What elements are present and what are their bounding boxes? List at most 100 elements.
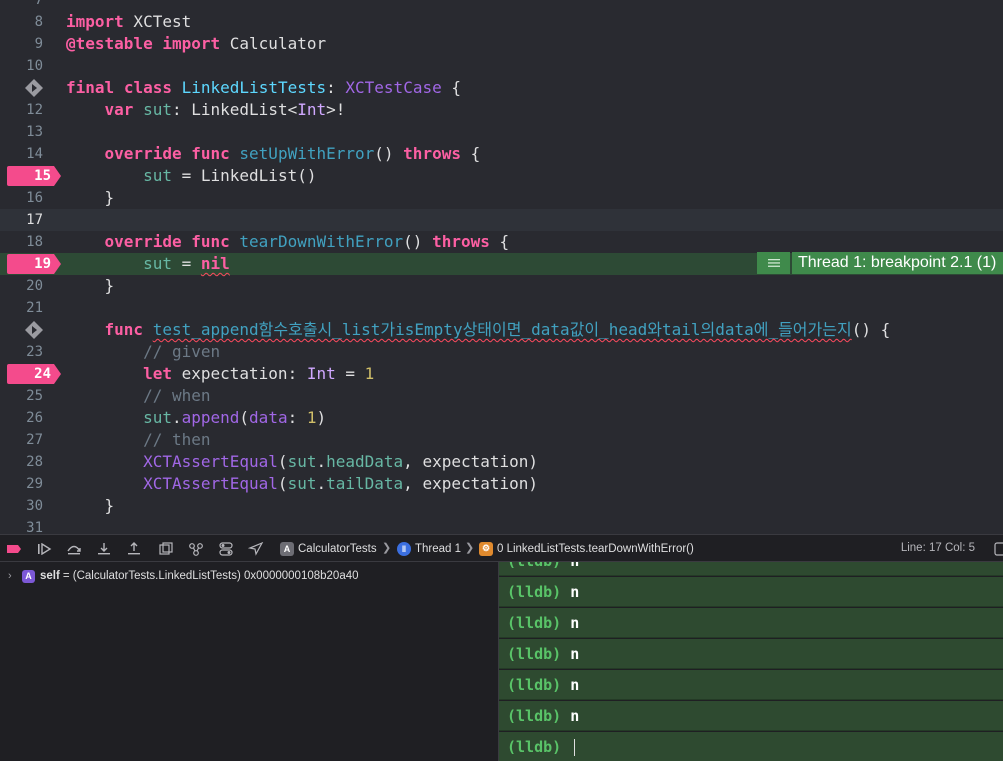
lldb-prompt: (lldb) <box>507 738 562 756</box>
code-text: override func tearDownWithError() throws… <box>104 232 510 251</box>
code-line[interactable]: final class LinkedListTests: XCTestCase … <box>0 77 1003 99</box>
lldb-prompt: (lldb) <box>507 645 562 663</box>
code-line[interactable]: 31 <box>0 517 1003 534</box>
code-text: XCTAssertEqual(sut.tailData, expectation… <box>143 474 539 493</box>
line-number: 15 <box>34 168 51 184</box>
cursor-position: Line: 17 Col: 5 <box>900 542 975 554</box>
code-line[interactable]: 25 // when <box>0 385 1003 407</box>
code-text: } <box>66 276 115 295</box>
code-line[interactable]: func test_append함수호출시_list가isEmpty상태이면_d… <box>0 319 1003 341</box>
memory-graph-icon[interactable] <box>188 541 204 557</box>
line-number: 9 <box>34 36 43 52</box>
continue-icon[interactable] <box>36 541 52 557</box>
simulate-location-icon[interactable] <box>248 541 264 557</box>
line-number: 18 <box>26 234 43 250</box>
console-line: (lldb) n <box>499 701 1003 731</box>
variable-row[interactable]: › A self = (CalculatorTests.LinkedListTe… <box>8 568 359 584</box>
run-test-diamond-icon[interactable] <box>25 79 43 97</box>
code-line[interactable]: 29 XCTAssertEqual(sut.tailData, expectat… <box>0 473 1003 495</box>
code-line[interactable]: 30 } <box>0 495 1003 517</box>
variable-value: = (CalculatorTests.LinkedListTests) 0x00… <box>62 570 359 582</box>
disclosure-arrow-icon[interactable]: › <box>8 570 22 582</box>
code-text: } <box>66 496 115 515</box>
code-line[interactable]: 8 import XCTest <box>0 11 1003 33</box>
line-number: 12 <box>26 102 43 118</box>
breadcrumb-target-label: CalculatorTests <box>298 542 377 555</box>
code-text: sut.append(data: 1) <box>143 408 327 427</box>
console-command: n <box>570 562 579 570</box>
lldb-prompt: (lldb) <box>507 562 561 570</box>
code-line[interactable]: 18 override func tearDownWithError() thr… <box>0 231 1003 253</box>
code-line[interactable]: 16 } <box>0 187 1003 209</box>
console-command: n <box>570 707 580 725</box>
console-line: (lldb) n <box>499 562 1003 576</box>
code-line[interactable]: 13 <box>0 121 1003 143</box>
breakpoint-marker[interactable]: 19 <box>7 254 61 274</box>
code-line[interactable]: 9 @testable import Calculator <box>0 33 1003 55</box>
environment-overrides-icon[interactable] <box>218 541 234 557</box>
line-number: 19 <box>34 256 51 272</box>
breadcrumb-target[interactable]: A CalculatorTests <box>280 535 377 562</box>
line-number: 17 <box>26 212 43 228</box>
line-number: 20 <box>26 278 43 294</box>
step-into-icon[interactable] <box>96 541 112 557</box>
code-line[interactable]: 7 <box>0 0 1003 11</box>
code-line[interactable]: 24 let expectation: Int = 1 <box>0 363 1003 385</box>
code-line[interactable]: 10 <box>0 55 1003 77</box>
code-line[interactable]: 23 // given <box>0 341 1003 363</box>
variables-view: › A self = (CalculatorTests.LinkedListTe… <box>0 562 498 761</box>
code-editor[interactable]: 7 8 import XCTest 9 @testable import Calcula… <box>0 0 1003 534</box>
run-test-diamond-icon[interactable] <box>25 321 43 339</box>
console-line: (lldb) n <box>499 608 1003 638</box>
breadcrumb-thread[interactable]: ǁ Thread 1 <box>397 535 461 562</box>
line-number: 8 <box>34 14 43 30</box>
line-number: 23 <box>26 344 43 360</box>
code-line[interactable]: 27 // then <box>0 429 1003 451</box>
panel-toggle-icon[interactable] <box>994 541 1003 557</box>
app-target-icon: A <box>280 541 294 556</box>
code-line[interactable]: 20 } <box>0 275 1003 297</box>
line-number: 30 <box>26 498 43 514</box>
thread-badge-label: Thread 1: breakpoint 2.1 (1) <box>792 252 1003 274</box>
thread-breakpoint-badge[interactable]: Thread 1: breakpoint 2.1 (1) <box>757 252 1003 274</box>
line-number: 28 <box>26 454 43 470</box>
code-text: import XCTest <box>66 12 192 31</box>
console-line: (lldb) n <box>499 639 1003 669</box>
lldb-prompt: (lldb) <box>507 614 562 632</box>
console-line: (lldb) n <box>499 577 1003 607</box>
code-line[interactable]: 26 sut.append(data: 1) <box>0 407 1003 429</box>
breakpoint-marker[interactable]: 15 <box>7 166 61 186</box>
console-command: n <box>570 583 580 601</box>
code-text: override func setUpWithError() throws { <box>104 144 481 163</box>
breakpoint-marker[interactable]: 24 <box>7 364 61 384</box>
text-caret <box>574 739 576 756</box>
console-input-row[interactable]: (lldb) <box>499 732 1003 761</box>
code-line[interactable]: 28 XCTAssertEqual(sut.headData, expectat… <box>0 451 1003 473</box>
breadcrumb-thread-label: Thread 1 <box>415 542 462 555</box>
console-command: n <box>570 614 580 632</box>
debug-console[interactable]: (lldb) n (lldb) n (lldb) n (lldb) n (lldb) n… <box>498 562 1003 761</box>
lldb-prompt: (lldb) <box>507 707 562 725</box>
code-text: // when <box>143 386 211 405</box>
variable-type-icon: A <box>22 569 35 583</box>
code-line[interactable]: 15 sut = LinkedList() <box>0 165 1003 187</box>
code-line[interactable]: 17 <box>0 209 1003 231</box>
console-command: n <box>570 676 580 694</box>
code-text: XCTAssertEqual(sut.headData, expectation… <box>143 452 539 471</box>
line-number: 10 <box>26 58 43 74</box>
step-over-icon[interactable] <box>66 541 82 557</box>
code-line[interactable]: 14 override func setUpWithError() throws… <box>0 143 1003 165</box>
variable-name: self <box>40 570 60 582</box>
code-line[interactable]: 12 var sut: LinkedList<Int>! <box>0 99 1003 121</box>
step-out-icon[interactable] <box>126 541 142 557</box>
code-text: sut = LinkedList() <box>143 166 317 185</box>
breadcrumb-frame[interactable]: ⚙ 0 LinkedListTests.tearDownWithError() <box>479 535 694 562</box>
view-hierarchy-icon[interactable] <box>158 541 174 557</box>
list-icon <box>757 252 790 274</box>
breadcrumb-frame-label: 0 LinkedListTests.tearDownWithError() <box>497 542 694 555</box>
line-number: 25 <box>26 388 43 404</box>
console-command: n <box>570 645 580 663</box>
line-number: 29 <box>26 476 43 492</box>
breakpoints-toggle-icon[interactable] <box>6 541 22 557</box>
code-line[interactable]: 21 <box>0 297 1003 319</box>
